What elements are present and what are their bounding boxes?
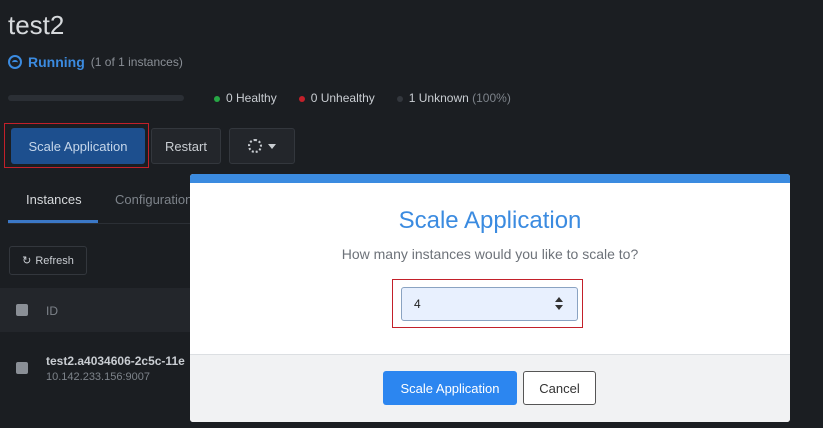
modal-question: How many instances would you like to sca…	[341, 246, 639, 262]
unhealthy-count: 0 Unhealthy	[298, 91, 375, 105]
instance-address: 10.142.233.156:9007	[46, 371, 150, 383]
gear-icon	[248, 139, 262, 153]
health-summary: 0 Healthy 0 Unhealthy 1 Unknown (100%)	[214, 91, 511, 105]
healthy-dot-icon	[214, 95, 220, 102]
modal-cancel-button[interactable]: Cancel	[523, 371, 596, 405]
restart-button[interactable]: Restart	[151, 128, 221, 164]
refresh-icon: ↻	[22, 255, 32, 267]
status-row: Running (1 of 1 instances)	[8, 54, 183, 70]
instance-id[interactable]: test2.a4034606-2c5c-11e	[46, 354, 190, 368]
unknown-count: 1 Unknown (100%)	[396, 91, 511, 105]
unhealthy-dot-icon	[298, 95, 305, 102]
healthy-count: 0 Healthy	[214, 91, 277, 105]
scale-modal: Scale Application How many instances wou…	[190, 174, 790, 422]
caret-down-icon	[268, 143, 276, 149]
tab-instances[interactable]: Instances	[8, 180, 98, 223]
tab-configuration[interactable]: Configuration	[115, 180, 192, 223]
number-spinner[interactable]	[555, 297, 563, 310]
modal-title: Scale Application	[398, 207, 582, 234]
instances-input-value: 4	[414, 297, 421, 311]
spinner-up-icon[interactable]	[555, 297, 563, 302]
modal-scale-button[interactable]: Scale Application	[383, 371, 517, 405]
spinner-down-icon[interactable]	[555, 305, 563, 310]
status-label: Running	[28, 54, 85, 70]
table-header	[0, 288, 200, 332]
settings-dropdown-button[interactable]	[229, 128, 295, 164]
tab-bar: Instances Configuration	[8, 180, 208, 224]
instance-count: (1 of 1 instances)	[90, 55, 183, 69]
column-header-id: ID	[46, 304, 58, 318]
unknown-dot-icon	[396, 95, 403, 102]
page-title: test2	[8, 10, 65, 40]
refresh-button[interactable]: ↻ Refresh	[9, 246, 87, 275]
row-checkbox[interactable]	[16, 362, 28, 374]
modal-accent-bar	[190, 174, 790, 183]
health-progress-bar	[8, 95, 184, 101]
select-all-checkbox[interactable]	[16, 304, 28, 316]
running-status-icon	[8, 55, 22, 69]
instances-number-input[interactable]: 4	[401, 287, 578, 321]
scale-application-button[interactable]: Scale Application	[11, 128, 145, 164]
